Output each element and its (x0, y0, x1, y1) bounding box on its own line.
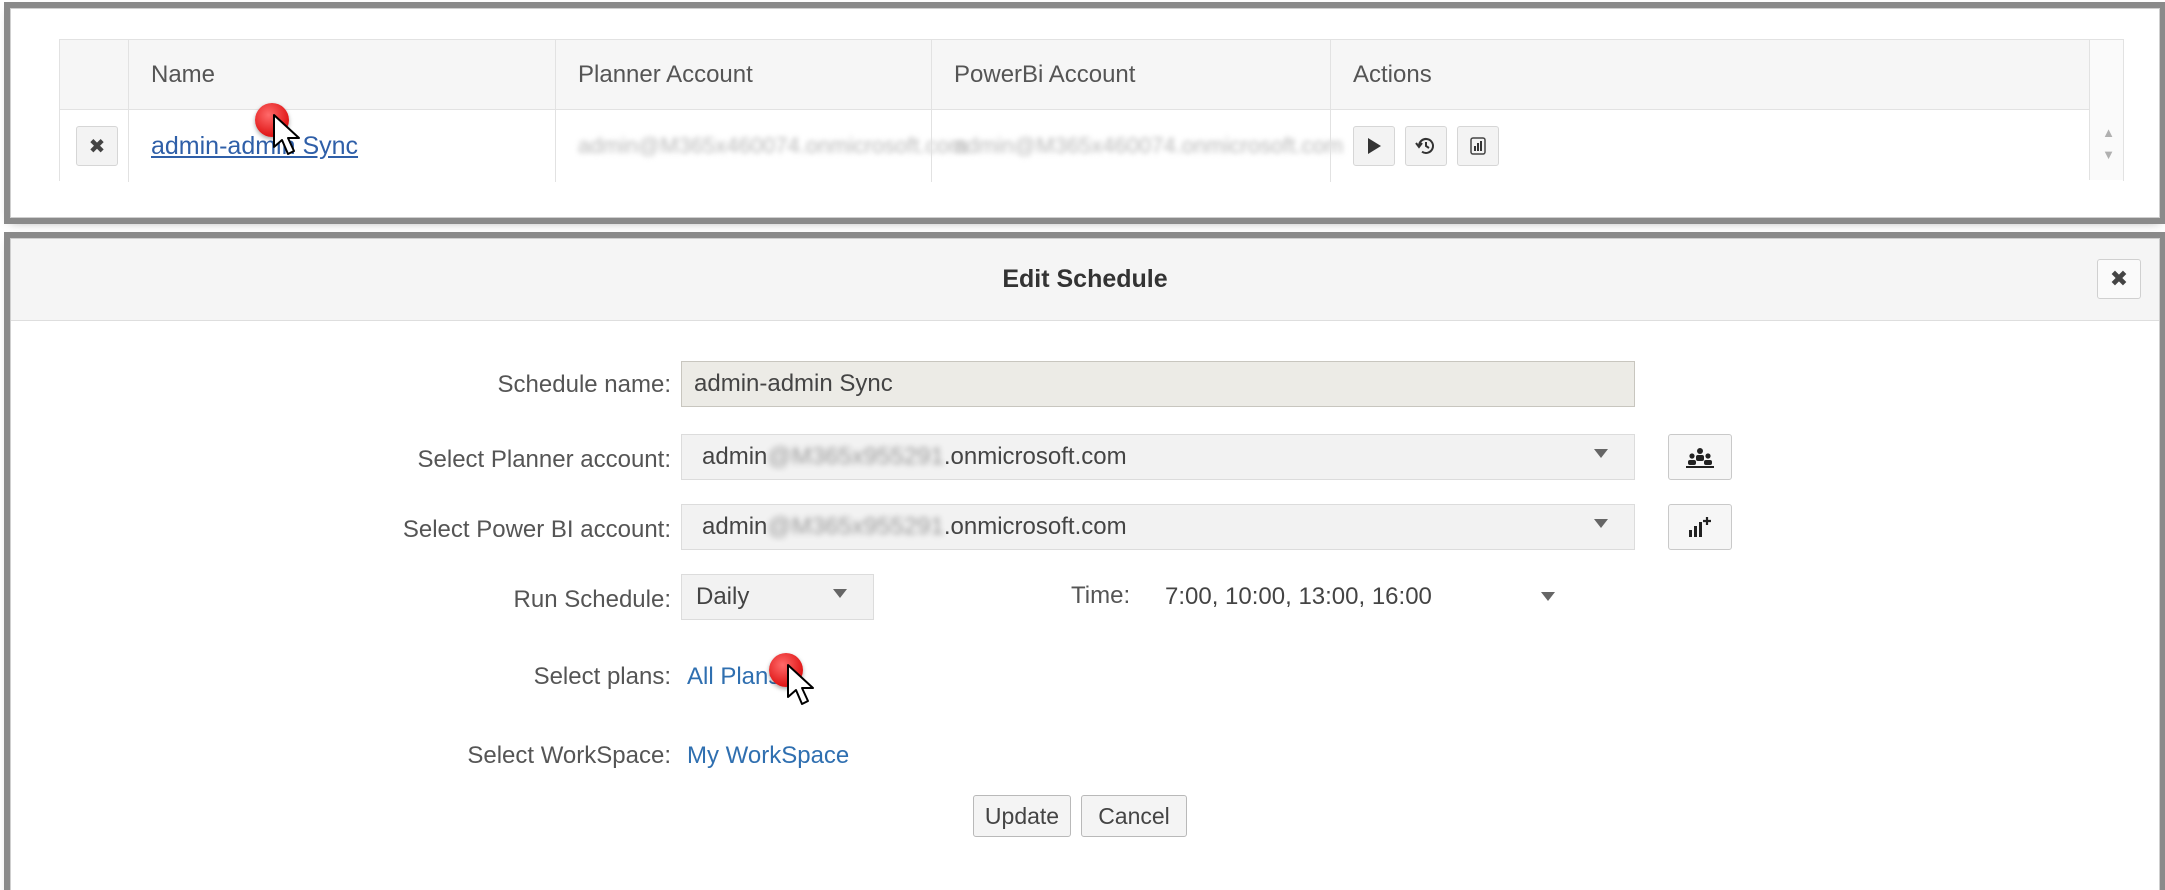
close-icon: ✖ (88, 135, 106, 158)
planner-account-prefix: admin (702, 443, 768, 470)
row-planner-cell: admin@M365x460074.onmicrosoft.com (555, 110, 967, 182)
planner-account-label: Select Planner account: (417, 446, 672, 473)
powerbi-account-blurred: @M365x955291 (767, 513, 944, 540)
chevron-down-icon (1541, 592, 1555, 601)
grid-header: Name Planner Account PowerBi Account Act… (60, 40, 2123, 110)
chart-add-icon (1689, 517, 1711, 537)
schedule-name-field[interactable]: admin-admin Sync (681, 361, 1635, 407)
scrollbar-arrows[interactable]: ▲ ▼ (2102, 122, 2115, 166)
schedule-name-link[interactable]: admin-admin Sync (151, 132, 358, 161)
row-actions-cell (1330, 110, 1520, 182)
planner-account-value: admin@M365x460074.onmicrosoft.com (578, 133, 968, 158)
powerbi-account-prefix: admin (702, 513, 768, 540)
cancel-button[interactable]: Cancel (1081, 795, 1187, 837)
chevron-down-icon (1594, 519, 1608, 528)
powerbi-account-label: Select Power BI account: (402, 516, 671, 543)
row-delete-cell: ✖ (60, 110, 128, 182)
dialog-title: Edit Schedule (1002, 265, 1168, 293)
planner-account-select[interactable]: admin @M365x955291 .onmicrosoft.com (681, 434, 1635, 480)
schedule-name-value: admin-admin Sync (694, 370, 893, 397)
schedules-panel: Name Planner Account PowerBi Account Act… (10, 8, 2160, 218)
select-workspace-link[interactable]: My WorkSpace (687, 742, 849, 770)
open-report-button[interactable] (1457, 126, 1499, 166)
powerbi-icon (1470, 137, 1486, 155)
add-planner-account-button[interactable] (1668, 434, 1732, 480)
run-now-button[interactable] (1353, 126, 1395, 166)
run-schedule-value: Daily (696, 583, 750, 610)
header-actions: Actions (1330, 40, 1520, 109)
run-schedule-select[interactable]: Daily (681, 574, 874, 620)
chevron-down-icon (1594, 449, 1608, 458)
history-button[interactable] (1405, 126, 1447, 166)
schedules-grid: Name Planner Account PowerBi Account Act… (59, 39, 2124, 182)
header-select-col (60, 40, 128, 109)
header-planner-account[interactable]: Planner Account (555, 40, 931, 109)
row-name-cell: admin-admin Sync (128, 110, 555, 182)
schedule-name-label: Schedule name: (497, 371, 671, 398)
powerbi-account-suffix: .onmicrosoft.com (943, 513, 1127, 540)
time-label: Time: (1071, 582, 1131, 609)
mouse-cursor-icon (787, 664, 814, 705)
select-workspace-label: Select WorkSpace: (467, 742, 671, 769)
row-powerbi-cell: admin@M365x460074.onmicrosoft.com (931, 110, 1343, 182)
planner-account-suffix: .onmicrosoft.com (943, 443, 1127, 470)
header-name[interactable]: Name (128, 40, 555, 109)
select-plans-label: Select plans: (533, 663, 671, 690)
history-icon (1415, 137, 1434, 154)
time-value: 7:00, 10:00, 13:00, 16:00 (1165, 583, 1432, 610)
update-button[interactable]: Update (973, 795, 1071, 837)
close-icon: ✖ (2109, 266, 2129, 291)
delete-row-button[interactable]: ✖ (76, 126, 118, 166)
planner-account-blurred: @M365x955291 (767, 443, 944, 470)
dialog-header: Edit Schedule (11, 239, 2159, 321)
powerbi-account-select[interactable]: admin @M365x955291 .onmicrosoft.com (681, 504, 1635, 550)
play-icon (1368, 138, 1381, 154)
powerbi-account-value: admin@M365x460074.onmicrosoft.com (954, 133, 1344, 158)
header-powerbi-account[interactable]: PowerBi Account (931, 40, 1330, 109)
team-add-icon (1686, 448, 1714, 468)
select-plans-link[interactable]: All Plans (687, 663, 780, 691)
mouse-cursor-icon (273, 114, 300, 155)
time-select[interactable]: 7:00, 10:00, 13:00, 16:00 (1151, 574, 1571, 620)
dialog-close-button[interactable]: ✖ (2097, 259, 2141, 299)
chevron-down-icon (833, 589, 847, 598)
edit-schedule-dialog: Edit Schedule ✖ Schedule name: admin-adm… (10, 238, 2160, 890)
run-schedule-label: Run Schedule: (513, 586, 671, 613)
table-row[interactable]: ✖ admin-admin Sync admin@M365x460074.onm… (60, 110, 2123, 182)
add-powerbi-account-button[interactable] (1668, 504, 1732, 550)
